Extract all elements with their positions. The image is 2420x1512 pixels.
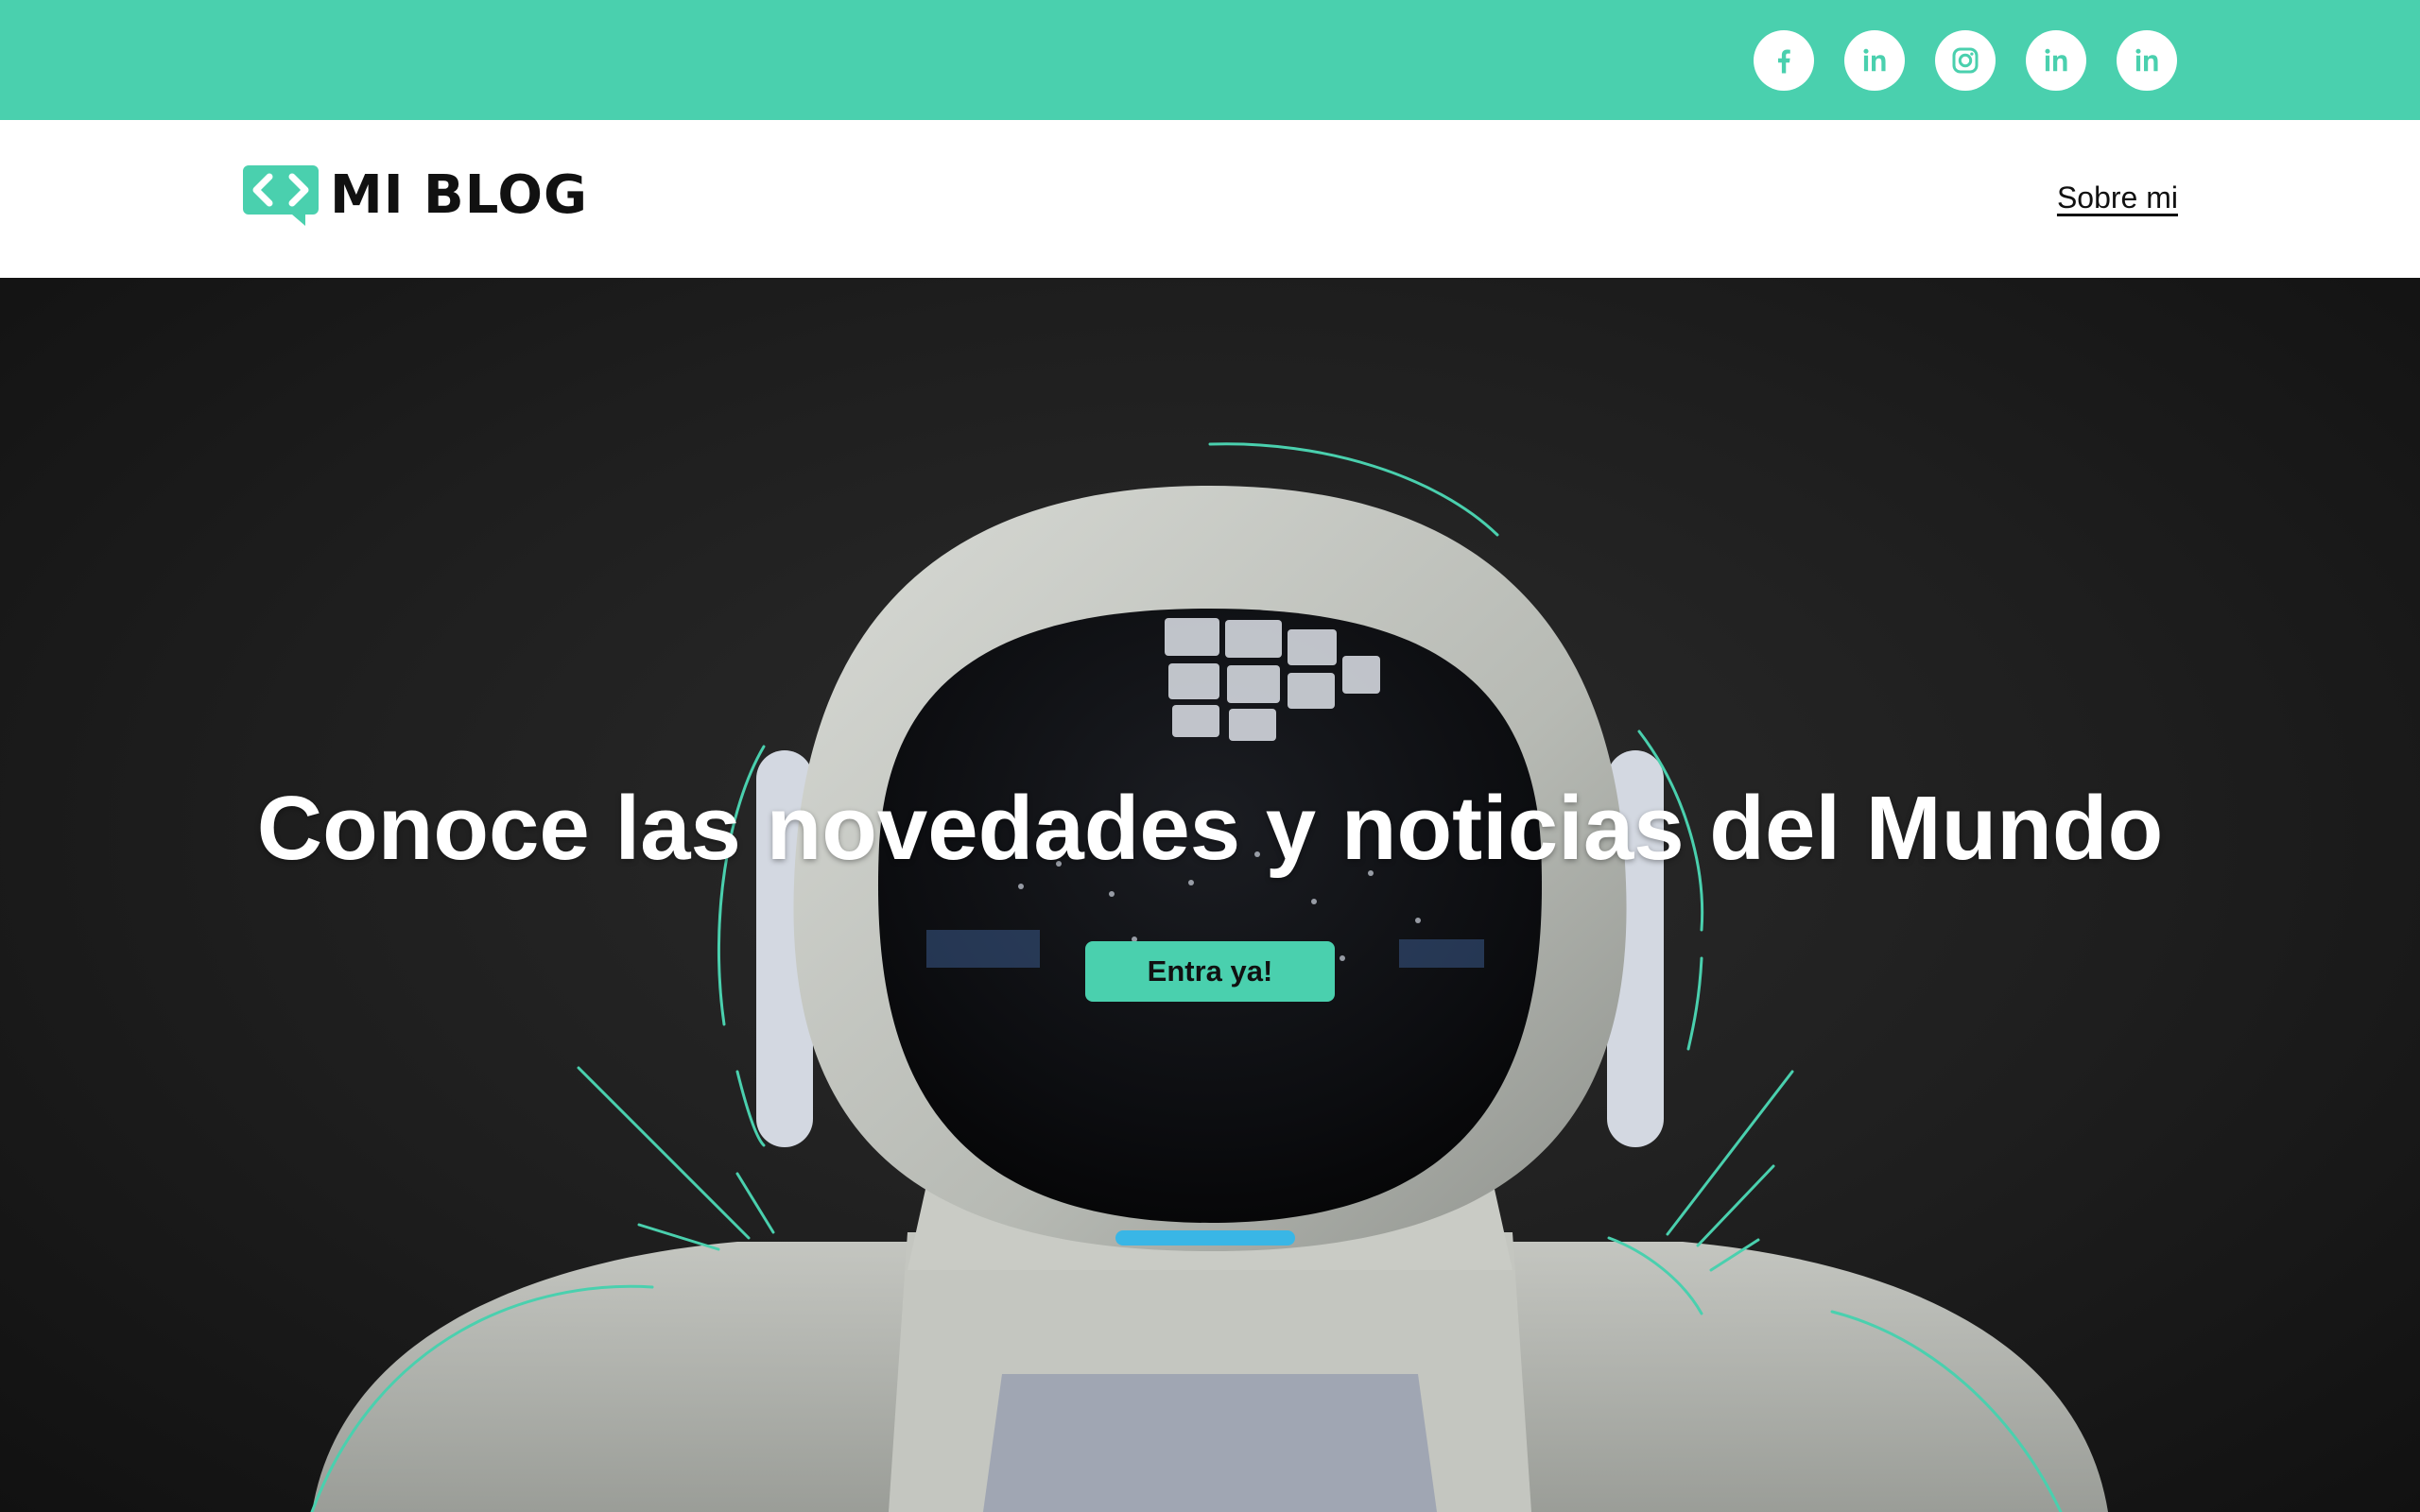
facebook-icon (1778, 49, 1790, 74)
logo-text: MI BLOG (330, 164, 588, 226)
site-logo[interactable]: MI BLOG (243, 163, 588, 228)
enter-button[interactable]: Entra ya! (1085, 941, 1335, 1002)
linkedin-link-2[interactable] (2026, 30, 2086, 91)
linkedin-link-3[interactable] (2117, 30, 2177, 91)
instagram-link[interactable] (1935, 30, 1996, 91)
site-header: MI BLOG Sobre mi (0, 120, 2420, 278)
hero-section: Conoce las novedades y noticias del Mund… (0, 278, 2420, 1512)
linkedin-icon (2135, 48, 2158, 72)
code-speech-bubble-icon (243, 165, 319, 226)
instagram-icon (1952, 47, 1979, 74)
robot-helmet-illustration (310, 442, 2108, 1512)
linkedin-icon (2045, 48, 2067, 72)
nav-link-sobre-mi[interactable]: Sobre mi (2057, 180, 2178, 215)
linkedin-icon (1863, 48, 1886, 72)
social-bar (0, 0, 2420, 120)
facebook-link[interactable] (1754, 30, 1814, 91)
hero-title: Conoce las novedades y noticias del Mund… (256, 778, 2164, 879)
linkedin-link-1[interactable] (1844, 30, 1905, 91)
